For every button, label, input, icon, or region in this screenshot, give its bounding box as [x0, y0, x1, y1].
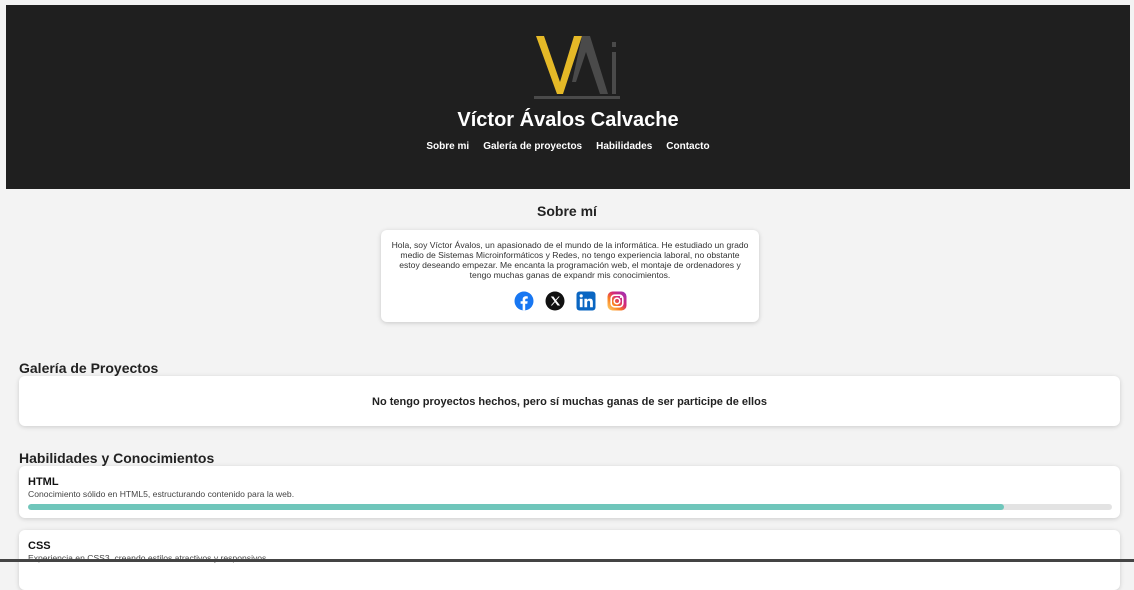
gallery-empty-text: No tengo proyectos hechos, pero sí mucha…: [372, 396, 767, 408]
about-text: Hola, soy Víctor Ávalos, un apasionado d…: [391, 240, 749, 280]
nav-link-sobre-mi[interactable]: Sobre mi: [426, 141, 469, 152]
skill-card-html: HTML Conocimiento sólido en HTML5, estru…: [19, 466, 1120, 518]
skill-name: CSS: [28, 540, 51, 552]
social-links: [381, 291, 759, 311]
about-title: Sobre mí: [537, 203, 597, 219]
about-card: Hola, soy Víctor Ávalos, un apasionado d…: [381, 230, 759, 322]
linkedin-icon[interactable]: [576, 291, 596, 311]
nav-link-contacto[interactable]: Contacto: [666, 141, 709, 152]
site-logo: [534, 36, 620, 99]
instagram-icon[interactable]: [607, 291, 627, 311]
x-icon[interactable]: [545, 291, 565, 311]
gallery-title: Galería de Proyectos: [19, 360, 159, 376]
facebook-icon[interactable]: [514, 291, 534, 311]
site-title: Víctor Ávalos Calvache: [457, 109, 679, 131]
skill-name: HTML: [28, 476, 59, 488]
main-nav: Sobre mi Galería de proyectos Habilidade…: [6, 141, 1130, 152]
skills-title: Habilidades y Conocimientos: [19, 450, 215, 466]
skill-description: Conocimiento sólido en HTML5, estructura…: [28, 489, 295, 499]
nav-link-galeria[interactable]: Galería de proyectos: [483, 141, 582, 152]
nav-link-habilidades[interactable]: Habilidades: [596, 141, 652, 152]
gallery-card: No tengo proyectos hechos, pero sí mucha…: [19, 376, 1120, 426]
skill-progress-fill: [28, 504, 1004, 510]
skill-progress-track: [28, 504, 1112, 510]
site-header: Víctor Ávalos Calvache Sobre mi Galería …: [6, 5, 1130, 189]
